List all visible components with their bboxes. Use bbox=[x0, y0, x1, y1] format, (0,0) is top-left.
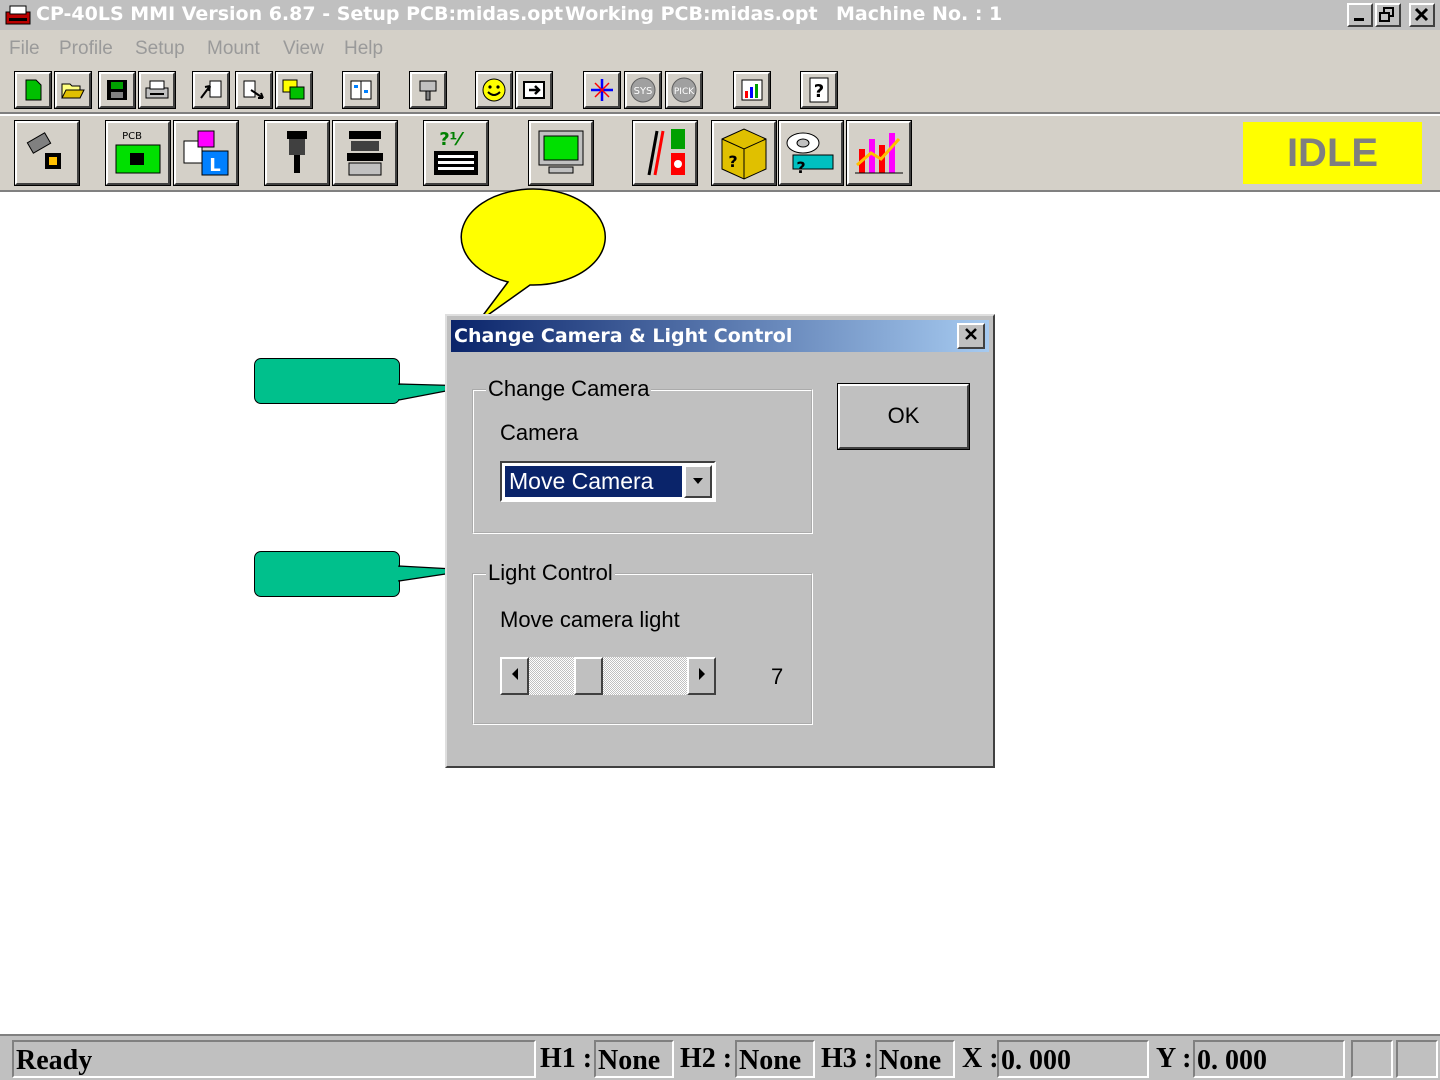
camera-callout bbox=[254, 358, 400, 404]
dialog-title: Change Camera & Light Control bbox=[454, 325, 793, 347]
arrow-left-icon bbox=[511, 668, 518, 680]
light-level-slider[interactable] bbox=[500, 657, 716, 695]
dialog-title-bar: Change Camera & Light Control bbox=[451, 320, 989, 352]
ok-button[interactable]: OK bbox=[837, 383, 970, 450]
h2-value: None bbox=[735, 1040, 815, 1078]
chevron-down-icon bbox=[693, 478, 703, 484]
slider-left-button[interactable] bbox=[500, 657, 529, 695]
x-coordinate: 0. 000 bbox=[997, 1040, 1149, 1078]
light-control-legend: Light Control bbox=[486, 560, 615, 586]
camera-selected-value: Move Camera bbox=[504, 465, 683, 498]
slider-thumb[interactable] bbox=[574, 657, 603, 695]
camera-dropdown-button[interactable] bbox=[684, 465, 712, 498]
h2-label: H2 : bbox=[680, 1043, 733, 1074]
h1-value: None bbox=[594, 1040, 674, 1078]
status-text: Ready bbox=[12, 1040, 536, 1078]
status-panel-extra-2 bbox=[1396, 1040, 1438, 1078]
close-icon bbox=[965, 328, 977, 340]
light-value: 7 bbox=[771, 664, 784, 689]
yellow-speech-bubble bbox=[460, 188, 606, 323]
dialog-close-button[interactable] bbox=[957, 323, 985, 349]
change-camera-legend: Change Camera bbox=[486, 376, 652, 402]
arrow-right-icon bbox=[698, 668, 705, 680]
light-control-group: Light Control bbox=[472, 560, 813, 725]
status-panel-extra-1 bbox=[1351, 1040, 1393, 1078]
status-bar: Ready H1 : None H2 : None H3 : None X : … bbox=[0, 1034, 1440, 1080]
h3-label: H3 : bbox=[821, 1043, 874, 1074]
h3-value: None bbox=[875, 1040, 955, 1078]
light-callout bbox=[254, 551, 400, 597]
x-label: X : bbox=[962, 1043, 999, 1074]
y-coordinate: 0. 000 bbox=[1193, 1040, 1345, 1078]
camera-label: Camera bbox=[500, 420, 579, 445]
slider-right-button[interactable] bbox=[687, 657, 716, 695]
camera-select[interactable]: Move Camera bbox=[500, 461, 716, 502]
y-label: Y : bbox=[1156, 1043, 1192, 1074]
h1-label: H1 : bbox=[540, 1043, 593, 1074]
light-label: Move camera light bbox=[500, 607, 680, 632]
